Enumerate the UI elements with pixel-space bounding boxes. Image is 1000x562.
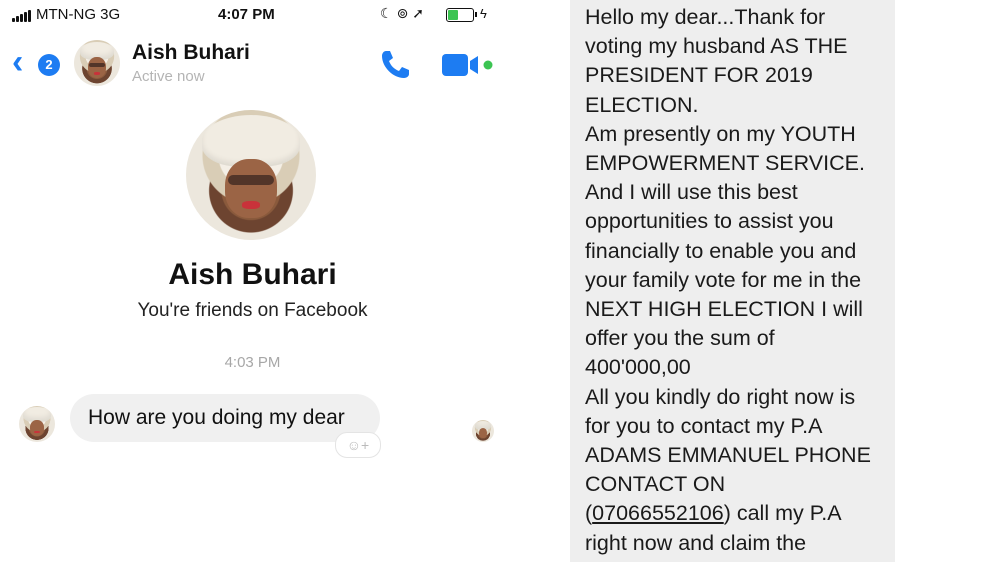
unread-badge[interactable]: 2: [38, 54, 60, 76]
message-line: for you to contact my P.A: [585, 413, 823, 438]
line-tail: ) call my P.A: [723, 501, 842, 526]
location-arrow-icon: ➚: [412, 5, 429, 21]
message-line: voting my husband AS THE: [585, 34, 848, 59]
phone-number-link[interactable]: 07066552106: [592, 501, 724, 525]
contact-name[interactable]: Aish Buhari: [132, 41, 250, 65]
sender-avatar[interactable]: [19, 406, 55, 442]
message-line: (07066552106) call my P.A: [585, 499, 895, 528]
chevron-left-icon[interactable]: ‹: [12, 45, 23, 79]
status-bar: MTN-NG 3G 4:07 PM ☾⊚➚ ϟ: [0, 0, 505, 32]
status-icons: ☾⊚➚: [380, 5, 428, 22]
signal-strength-icon: [12, 10, 32, 22]
long-message-text: Hello my dear...Thank for voting my husb…: [585, 3, 895, 558]
presence-status: Active now: [132, 68, 205, 85]
message-bubble[interactable]: How are you doing my dear: [70, 394, 380, 442]
phone-icon[interactable]: [378, 48, 412, 82]
message-line: And I will use this best: [585, 180, 798, 205]
message-timestamp: 4:03 PM: [224, 354, 281, 371]
add-reaction-button[interactable]: ☺+: [335, 432, 381, 458]
message-line: Hello my dear...Thank for: [585, 5, 826, 29]
profile-photo[interactable]: [186, 110, 316, 240]
long-message-bubble: Hello my dear...Thank for voting my husb…: [570, 0, 895, 562]
status-time: 4:07 PM: [218, 6, 275, 23]
message-line: opportunities to assist you: [585, 209, 834, 234]
message-line: EMPOWERMENT SERVICE.: [585, 151, 865, 176]
message-text: How are you doing my dear: [88, 406, 345, 429]
message-line: CONTACT ON: [585, 472, 726, 497]
message-line: your family vote for me in the: [585, 267, 862, 292]
charging-icon: ϟ: [480, 6, 487, 21]
carrier-label: MTN-NG 3G: [36, 6, 121, 23]
message-line: All you kindly do right now is: [585, 384, 856, 409]
message-line: financially to enable you and: [585, 238, 857, 263]
seen-receipt-avatar: [472, 420, 494, 442]
message-line: NEXT HIGH ELECTION I will: [585, 297, 863, 322]
battery-icon: [446, 8, 477, 22]
message-line: ELECTION.: [585, 92, 699, 117]
lock-rotation-icon: ⊚: [396, 5, 413, 21]
message-line: right now and claim the: [585, 530, 807, 555]
messenger-screen: MTN-NG 3G 4:07 PM ☾⊚➚ ϟ ‹ 2 Aish Buhari …: [0, 0, 505, 562]
message-line: offer you the sum of: [585, 326, 775, 351]
friendship-status: You're friends on Facebook: [137, 300, 368, 321]
profile-name: Aish Buhari: [168, 258, 337, 291]
contact-avatar[interactable]: [74, 40, 120, 86]
moon-icon: ☾: [380, 5, 397, 21]
message-line: PRESIDENT FOR 2019: [585, 63, 813, 88]
video-camera-icon[interactable]: [440, 51, 494, 79]
message-line: ADAMS EMMANUEL PHONE: [585, 443, 871, 468]
message-line: 400'000,00: [585, 355, 691, 380]
conversation-header: ‹ 2 Aish Buhari Active now: [0, 36, 505, 92]
message-line: Am presently on my YOUTH: [585, 121, 856, 146]
